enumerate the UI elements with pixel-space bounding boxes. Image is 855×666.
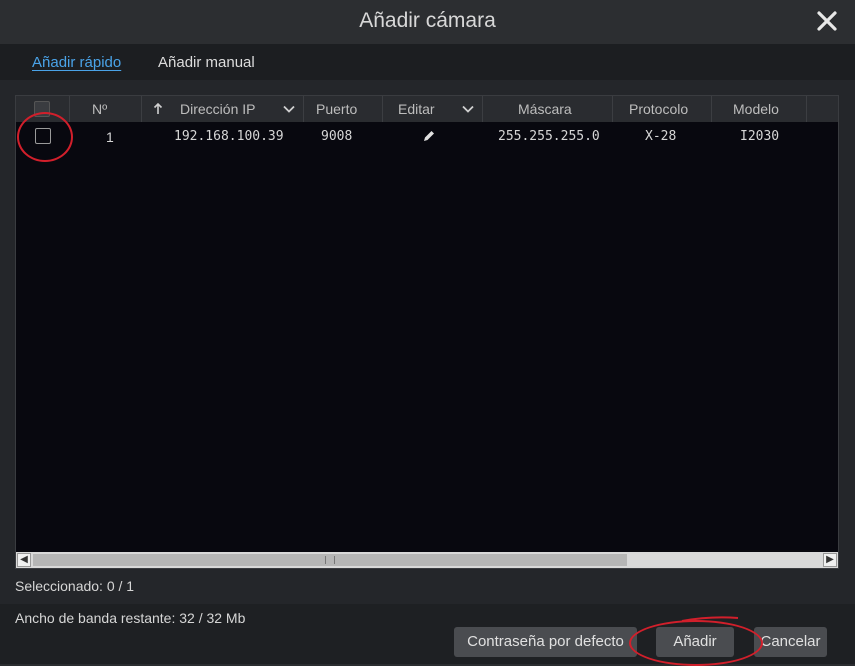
cell-ip: 192.168.100.39 [174,129,284,144]
add-button[interactable]: Añadir [656,627,734,657]
cancel-button[interactable]: Cancelar [754,627,827,657]
cell-mask: 255.255.255.0 [498,129,600,144]
chevron-down-icon[interactable] [462,105,474,113]
close-icon[interactable] [815,9,839,33]
column-edit: Editar [398,101,435,117]
row-checkbox[interactable] [35,128,51,144]
cell-model: I2030 [740,129,780,144]
dialog-titlebar: Añadir cámara [0,0,855,44]
arrow-up-icon[interactable] [153,103,163,115]
column-ip[interactable]: Dirección IP [180,101,255,117]
column-model: Modelo [733,101,779,117]
camera-table: Nº Dirección IP Puerto Editar Máscara Pr… [15,95,839,569]
scroll-left-button[interactable]: ◀ [17,553,31,567]
horizontal-scrollbar[interactable]: ◀ ▶ [16,552,838,568]
column-mask: Máscara [518,101,572,117]
default-password-button[interactable]: Contraseña por defecto [454,627,637,657]
column-port: Puerto [316,101,358,117]
scrollbar-thumb[interactable] [33,554,627,566]
annotation-stroke [681,616,739,622]
selected-count: Seleccionado: 0 / 1 [15,578,135,594]
tab-manual-add[interactable]: Añadir manual [158,54,255,71]
chevron-down-icon[interactable] [283,105,295,113]
select-all-checkbox[interactable] [34,101,50,117]
bandwidth-remaining: Ancho de banda restante: 32 / 32 Mb [15,610,246,626]
column-protocol: Protocolo [629,101,689,117]
tab-bar: Añadir rápido Añadir manual [0,44,855,80]
dialog-title: Añadir cámara [359,9,496,32]
table-header: Nº Dirección IP Puerto Editar Máscara Pr… [16,96,838,122]
pencil-icon[interactable] [422,129,436,143]
scroll-right-button[interactable]: ▶ [823,553,837,567]
tab-quick-add[interactable]: Añadir rápido [32,54,121,71]
cell-protocol: X-28 [645,129,677,144]
cell-number: 1 [106,129,114,145]
cell-port: 9008 [321,129,353,144]
column-number: Nº [92,101,108,117]
